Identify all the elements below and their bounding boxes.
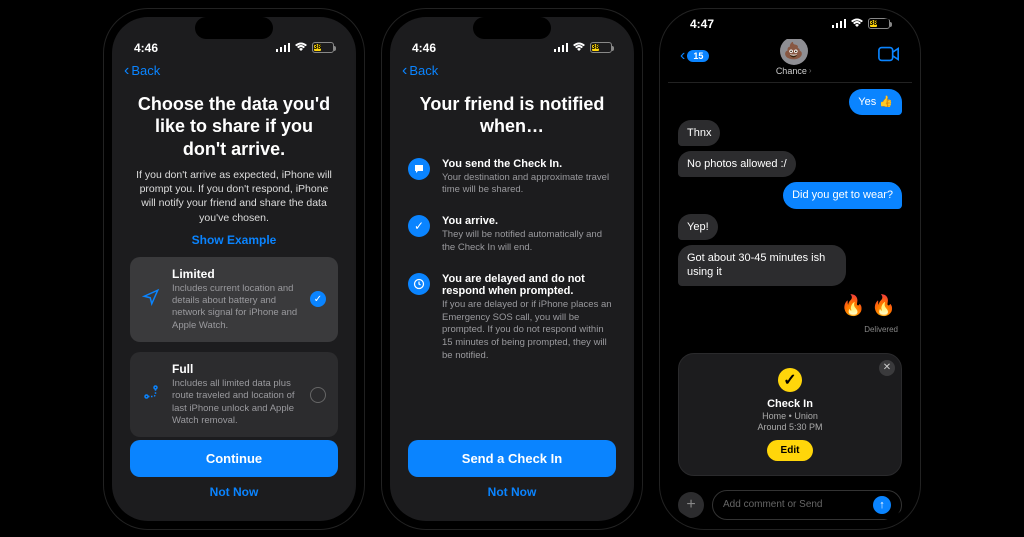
checkin-card[interactable]: ✕ ✓ Check In Home • Union Around 5:30 PM… xyxy=(678,353,902,476)
battery-icon: 38 xyxy=(312,42,334,53)
dynamic-island xyxy=(751,17,829,39)
option-limited[interactable]: Limited Includes current location and de… xyxy=(130,257,338,342)
compose-bar: + Add comment or Send ↑ xyxy=(668,484,912,521)
checkin-route: Home • Union xyxy=(693,411,887,421)
radio-unchecked-icon xyxy=(310,387,326,403)
wifi-icon xyxy=(850,17,864,31)
contact-header[interactable]: 💩 Chance › xyxy=(776,37,812,76)
avatar: 💩 xyxy=(780,37,808,65)
signal-icon xyxy=(554,41,568,55)
clock-icon xyxy=(408,273,430,295)
wifi-icon xyxy=(294,41,308,55)
battery-icon: 38 xyxy=(868,18,890,29)
message-received[interactable]: Yep! xyxy=(678,214,718,240)
dynamic-island xyxy=(473,17,551,39)
phone-left: 4:46 38 ‹ Back Choose the data you'd lik… xyxy=(104,9,364,529)
info-desc: They will be notified automatically and … xyxy=(442,229,616,255)
option-full[interactable]: Full Includes all limited data plus rout… xyxy=(130,352,338,437)
back-button[interactable]: ‹ Back xyxy=(390,57,634,83)
chat-header: ‹ 15 💩 Chance › xyxy=(668,33,912,83)
delivered-label: Delivered xyxy=(864,325,898,334)
page-title: Your friend is notified when… xyxy=(414,93,610,138)
status-time: 4:46 xyxy=(412,41,436,55)
chevron-left-icon: ‹ xyxy=(402,63,407,79)
option-title: Limited xyxy=(172,267,300,281)
chevron-left-icon: ‹ xyxy=(124,63,129,79)
info-item-send: You send the Check In. Your destination … xyxy=(408,158,616,198)
page-subtitle: If you don't arrive as expected, iPhone … xyxy=(134,168,334,225)
info-desc: Your destination and approximate travel … xyxy=(442,172,616,198)
message-sent[interactable]: Did you get to wear? xyxy=(783,182,902,208)
info-title: You send the Check In. xyxy=(442,158,616,170)
show-example-link[interactable]: Show Example xyxy=(130,233,338,247)
send-checkin-button[interactable]: Send a Check In xyxy=(408,440,616,477)
facetime-button[interactable] xyxy=(878,46,900,67)
compose-placeholder: Add comment or Send xyxy=(723,499,823,510)
radio-checked-icon: ✓ xyxy=(310,291,326,307)
edit-button[interactable]: Edit xyxy=(767,440,814,461)
status-time: 4:46 xyxy=(134,41,158,55)
back-button[interactable]: ‹ Back xyxy=(112,57,356,83)
wifi-icon xyxy=(572,41,586,55)
page-title: Choose the data you'd like to share if y… xyxy=(136,93,332,161)
contact-name-label: Chance xyxy=(776,66,807,76)
chat-bubble-icon xyxy=(408,158,430,180)
checkmark-badge-icon: ✓ xyxy=(778,368,802,392)
chevron-right-icon: › xyxy=(809,66,812,75)
message-list[interactable]: Yes 👍 Thnx No photos allowed :/ Did you … xyxy=(668,83,912,345)
message-received[interactable]: Got about 30-45 minutes ish using it xyxy=(678,245,846,286)
close-icon[interactable]: ✕ xyxy=(879,360,895,376)
chevron-left-icon: ‹ xyxy=(680,48,685,64)
location-arrow-icon xyxy=(142,288,162,311)
info-item-arrive: ✓ You arrive. They will be notified auto… xyxy=(408,215,616,255)
continue-button[interactable]: Continue xyxy=(130,440,338,477)
checkmark-icon: ✓ xyxy=(408,215,430,237)
send-button[interactable]: ↑ xyxy=(873,496,891,514)
dynamic-island xyxy=(195,17,273,39)
unread-badge: 15 xyxy=(687,50,709,62)
info-title: You arrive. xyxy=(442,215,616,227)
signal-icon xyxy=(276,41,290,55)
message-received[interactable]: No photos allowed :/ xyxy=(678,151,796,177)
back-label: Back xyxy=(409,63,438,78)
signal-icon xyxy=(832,17,846,31)
checkin-title: Check In xyxy=(693,398,887,410)
option-desc: Includes current location and details ab… xyxy=(172,283,300,332)
reaction-fire[interactable]: 🔥 🔥 xyxy=(841,293,896,318)
phone-middle: 4:46 38 ‹ Back Your friend is notified w… xyxy=(382,9,642,529)
back-label: Back xyxy=(131,63,160,78)
checkin-time: Around 5:30 PM xyxy=(693,422,887,432)
message-received[interactable]: Thnx xyxy=(678,120,720,146)
info-desc: If you are delayed or if iPhone places a… xyxy=(442,299,616,363)
phone-right: 4:47 38 ‹ 15 💩 Chance › xyxy=(660,9,920,529)
route-icon xyxy=(142,383,162,406)
info-title: You are delayed and do not respond when … xyxy=(442,273,616,297)
message-sent[interactable]: Yes 👍 xyxy=(849,89,902,115)
not-now-link[interactable]: Not Now xyxy=(130,485,338,499)
compose-input[interactable]: Add comment or Send ↑ xyxy=(712,490,902,520)
add-attachment-button[interactable]: + xyxy=(678,492,704,518)
option-desc: Includes all limited data plus route tra… xyxy=(172,378,300,427)
not-now-link[interactable]: Not Now xyxy=(408,485,616,499)
battery-icon: 38 xyxy=(590,42,612,53)
status-time: 4:47 xyxy=(690,17,714,31)
option-title: Full xyxy=(172,362,300,376)
info-item-delayed: You are delayed and do not respond when … xyxy=(408,273,616,363)
back-unread-button[interactable]: ‹ 15 xyxy=(680,48,709,64)
